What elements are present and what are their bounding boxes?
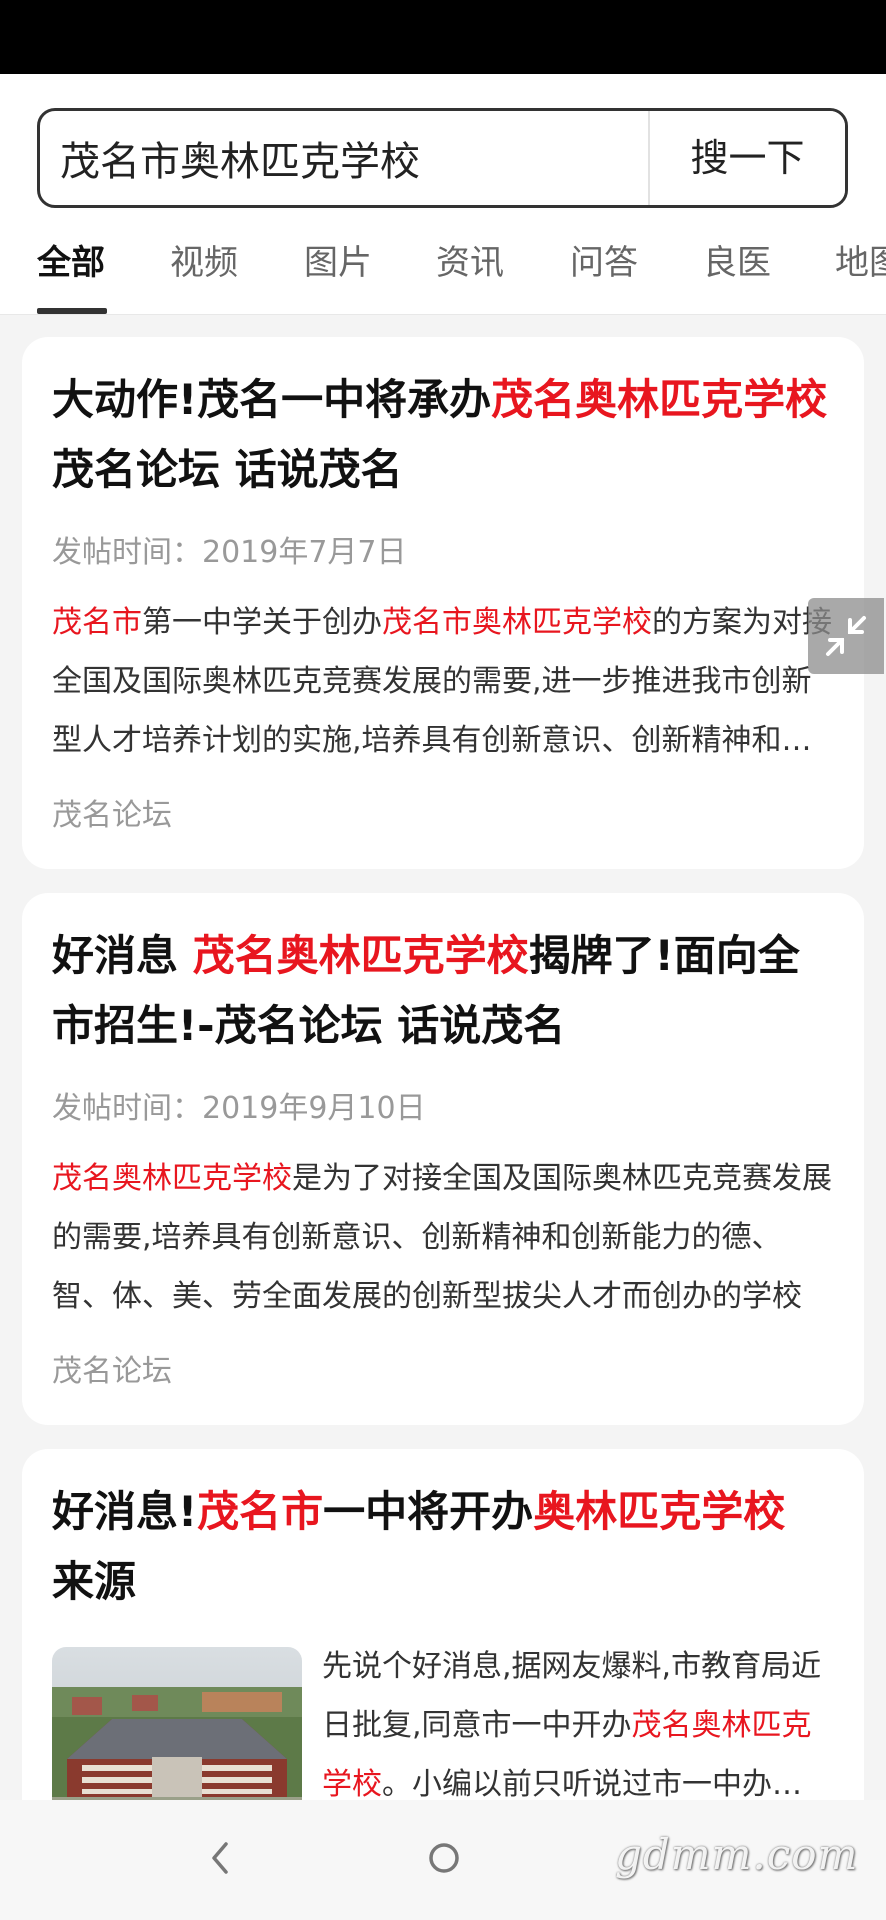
highlighted-keyword: 茂名奥林匹克学校	[192, 931, 529, 980]
highlighted-keyword: 茂名奥林匹克学校	[52, 1161, 292, 1196]
tab-video[interactable]: 视频	[170, 238, 238, 314]
tab-label: 视频	[170, 243, 238, 283]
result-card[interactable]: 大动作!茂名一中将承办茂名奥林匹克学校 茂名论坛 话说茂名 发帖时间：2019年…	[22, 337, 864, 869]
tab-all[interactable]: 全部	[37, 238, 107, 314]
category-tabs: 全部 视频 图片 资讯 问答 良医 地图	[0, 224, 886, 314]
text-segment: 好消息!	[52, 1487, 198, 1536]
result-source[interactable]: 茂名论坛	[52, 790, 172, 834]
text-segment: 来源	[52, 1557, 137, 1606]
tab-label: 全部	[37, 243, 105, 283]
highlighted-keyword: 奥林匹克学校	[533, 1487, 786, 1536]
text-segment: 第一中学关于创办	[142, 605, 382, 640]
tab-label: 良医	[703, 243, 771, 283]
school-building-image	[52, 1647, 302, 1817]
text-segment: 大动作!茂名一中将承办	[52, 375, 492, 424]
tab-images[interactable]: 图片	[304, 238, 372, 314]
watermark-text: gdmm.com	[615, 1830, 859, 1879]
tab-qa[interactable]: 问答	[570, 238, 638, 314]
result-post-date: 发帖时间：2019年9月10日	[52, 1091, 426, 1126]
result-snippet: 茂名市第一中学关于创办茂名市奥林匹克学校的方案为对接全国及国际奥林匹克竞赛发展的…	[52, 593, 834, 770]
result-snippet: 先说个好消息,据网友爆料,市教育局近日批复,同意市一中开办茂名奥林匹克学校。小编…	[322, 1637, 830, 1814]
highlighted-keyword: 茂名奥林匹克学校	[491, 375, 828, 424]
screen: 搜一下 全部 视频 图片 资讯 问答 良医 地图 大动作!茂名一中将承办茂名奥林…	[0, 0, 886, 1920]
result-thumbnail[interactable]	[52, 1647, 302, 1817]
result-post-date: 发帖时间：2019年7月7日	[52, 535, 407, 570]
tab-label: 问答	[570, 243, 638, 283]
result-title[interactable]: 大动作!茂名一中将承办茂名奥林匹克学校 茂名论坛 话说茂名	[52, 365, 838, 505]
collapse-arrows-icon	[826, 616, 866, 656]
tab-label: 资讯	[436, 243, 504, 283]
highlighted-keyword: 茂名市奥林匹克学校	[382, 605, 652, 640]
text-segment: 一中将开办	[323, 1487, 534, 1536]
status-bar	[0, 0, 886, 74]
search-header: 搜一下 全部 视频 图片 资讯 问答 良医 地图	[0, 74, 886, 315]
result-source[interactable]: 茂名论坛	[52, 1346, 172, 1390]
active-tab-indicator	[37, 308, 107, 314]
tab-map[interactable]: 地图	[835, 238, 886, 314]
search-input[interactable]	[40, 111, 648, 205]
result-title[interactable]: 好消息!茂名市一中将开办奥林匹克学校 来源	[52, 1477, 838, 1617]
search-button[interactable]: 搜一下	[650, 111, 845, 205]
tab-label: 地图	[835, 243, 886, 283]
text-segment: 好消息	[52, 931, 193, 980]
highlighted-keyword: 茂名市	[52, 605, 142, 640]
text-segment: 茂名论坛 话说茂名	[52, 445, 403, 494]
tab-doctor[interactable]: 良医	[703, 238, 771, 314]
circle-home-icon[interactable]	[424, 1838, 464, 1878]
result-snippet: 茂名奥林匹克学校是为了对接全国及国际奥林匹克竞赛发展的需要,培养具有创新意识、创…	[52, 1149, 834, 1326]
chevron-left-icon[interactable]	[206, 1838, 236, 1878]
search-box: 搜一下	[37, 108, 848, 208]
tab-label: 图片	[304, 243, 372, 283]
collapse-float-button[interactable]	[808, 598, 884, 674]
highlighted-keyword: 茂名市	[197, 1487, 324, 1536]
result-title[interactable]: 好消息 茂名奥林匹克学校揭牌了!面向全市招生!-茂名论坛 话说茂名	[52, 921, 838, 1061]
tab-news[interactable]: 资讯	[436, 238, 504, 314]
result-card[interactable]: 好消息 茂名奥林匹克学校揭牌了!面向全市招生!-茂名论坛 话说茂名 发帖时间：2…	[22, 893, 864, 1425]
